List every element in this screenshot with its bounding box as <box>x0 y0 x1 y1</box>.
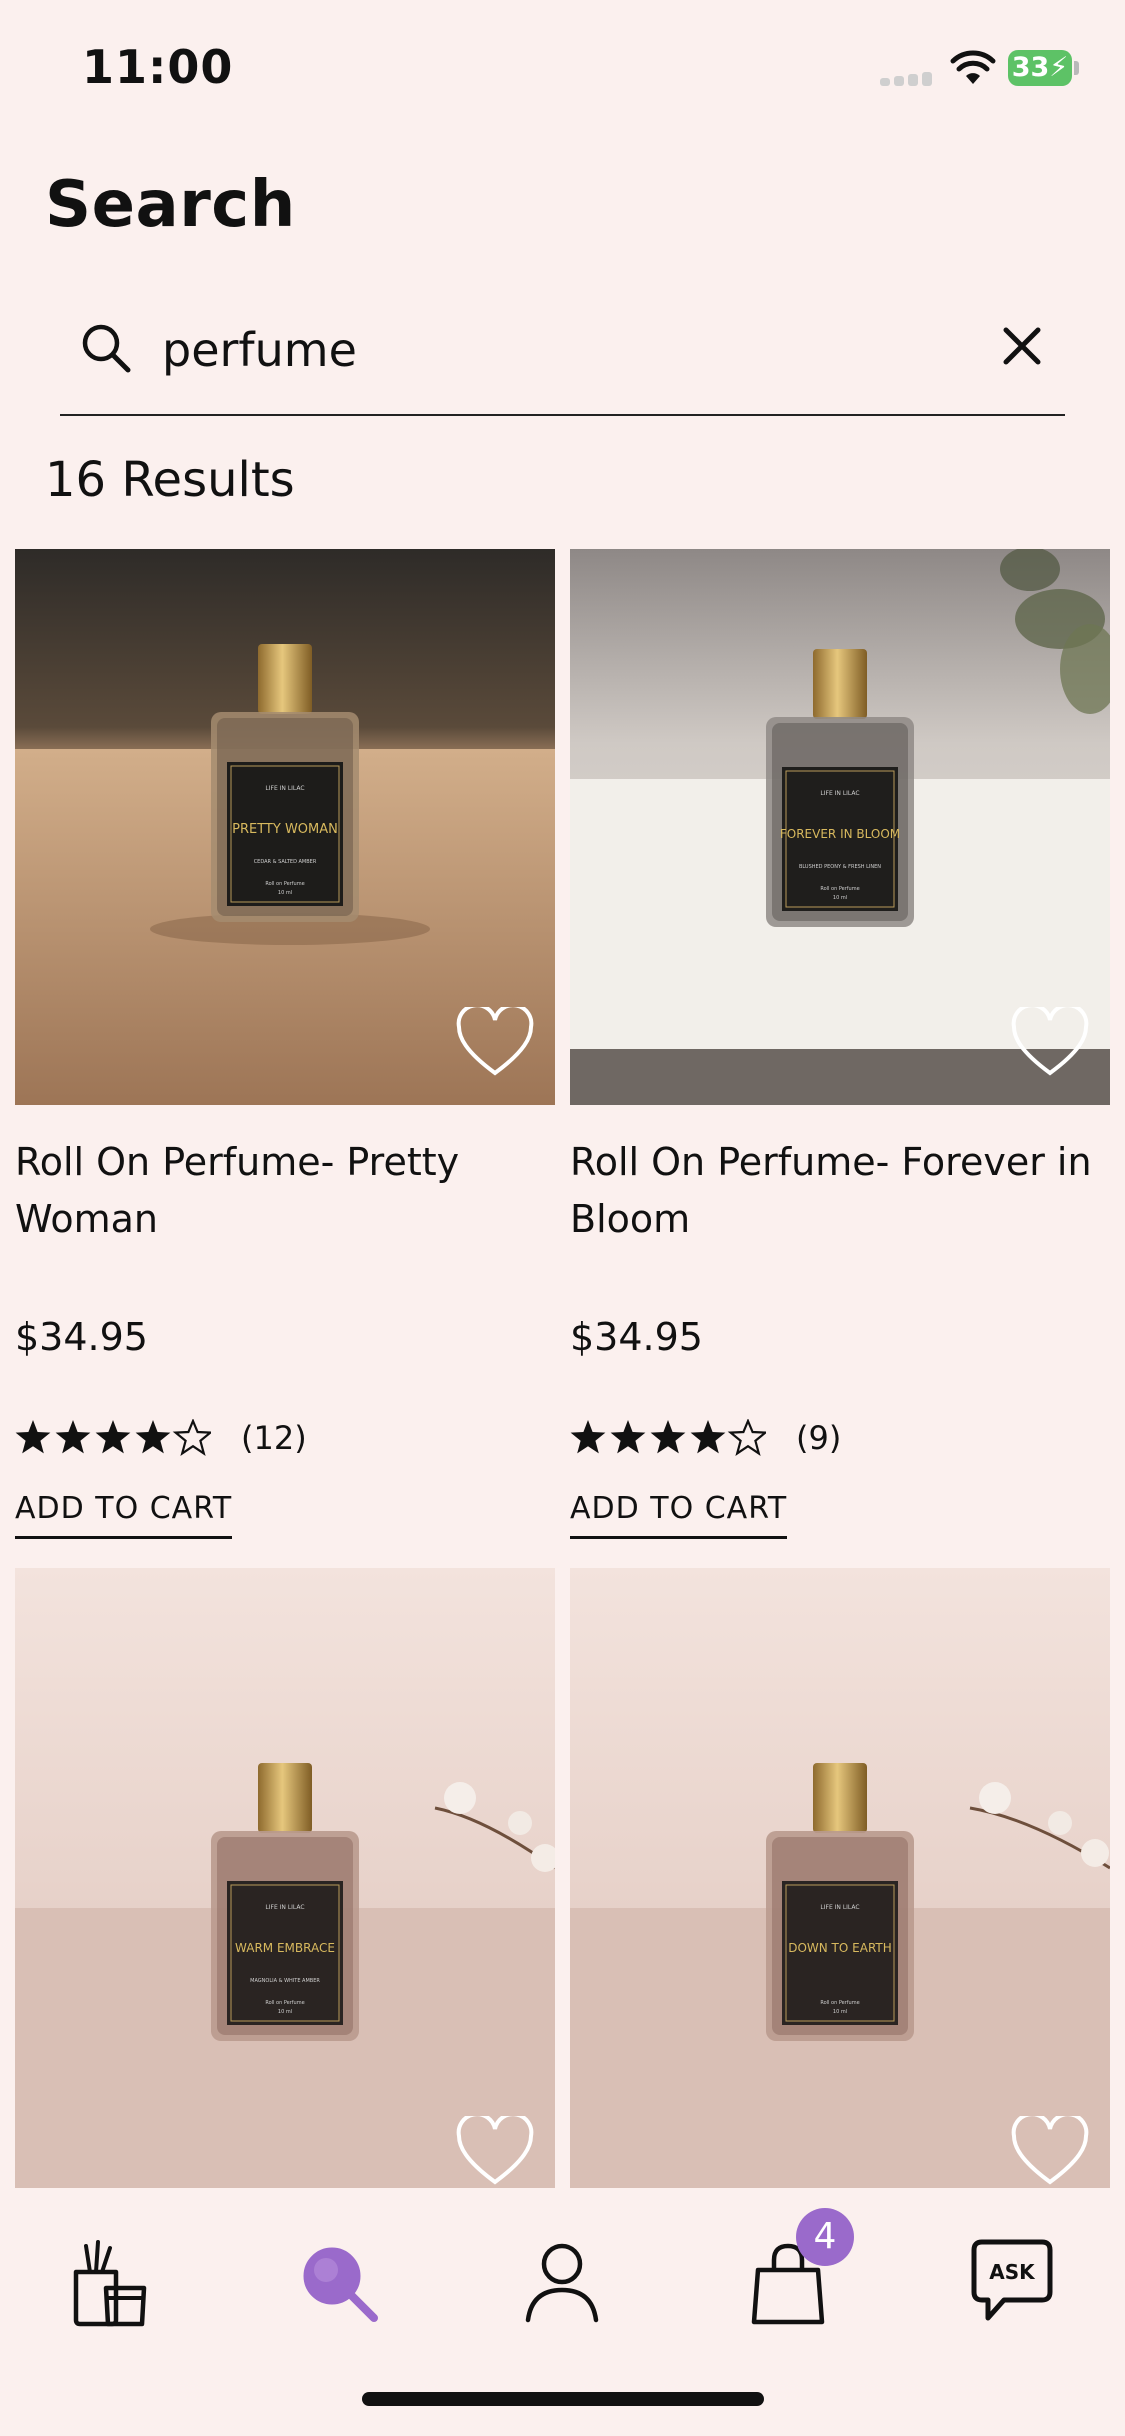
results-count: 16 Results <box>45 452 295 508</box>
clear-search-icon[interactable] <box>992 316 1052 376</box>
product-card[interactable]: LIFE IN LILAC FOREVER IN BLOOM BLUSHED P… <box>570 549 1110 1549</box>
bottle-sub-label: Roll on Perfume <box>265 881 304 887</box>
tab-cart[interactable]: 4 <box>738 2208 854 2332</box>
product-price: $34.95 <box>15 1315 148 1359</box>
wifi-icon <box>950 50 996 84</box>
battery-level: 33 <box>1011 52 1050 83</box>
product-price: $34.95 <box>570 1315 703 1359</box>
bottle-brand-label: LIFE IN LILAC <box>820 1904 859 1911</box>
bottle-label-notes: MAGNOLIA & WHITE AMBER <box>250 1978 320 1984</box>
bottle-brand-label: LIFE IN LILAC <box>265 1904 304 1911</box>
bottle-label-name: PRETTY WOMAN <box>232 822 338 837</box>
review-count: (9) <box>796 1419 842 1457</box>
product-image[interactable]: LIFE IN LILAC WARM EMBRACE MAGNOLIA & WH… <box>15 1568 555 2188</box>
favorite-heart-icon[interactable] <box>1010 1007 1090 1079</box>
bottle-sub-label: Roll on Perfume <box>820 2000 859 2006</box>
search-icon <box>82 324 131 373</box>
cart-count-badge: 4 <box>796 2208 854 2266</box>
bottle-label-name: DOWN TO EARTH <box>788 1941 892 1955</box>
bottle-label-name: FOREVER IN BLOOM <box>780 827 900 841</box>
ask-chat-icon: ASK <box>971 2239 1053 2321</box>
bottle-volume: 10 ml <box>833 2009 847 2015</box>
product-card[interactable]: LIFE IN LILAC PRETTY WOMAN CEDAR & SALTE… <box>15 549 555 1549</box>
product-title[interactable]: Roll On Perfume- Pretty Woman <box>15 1134 545 1248</box>
candle-icon <box>73 2240 147 2327</box>
perfume-bottle-image: LIFE IN LILAC DOWN TO EARTH Roll on Perf… <box>570 1568 1110 2188</box>
bottle-volume: 10 ml <box>278 2009 292 2015</box>
bottle-sub-label: Roll on Perfume <box>265 2000 304 2006</box>
rating-stars-icon <box>570 1419 766 1456</box>
search-active-icon <box>303 2247 378 2322</box>
rating-stars-icon <box>15 1419 211 1456</box>
product-image[interactable]: LIFE IN LILAC FOREVER IN BLOOM BLUSHED P… <box>570 549 1110 1105</box>
bottle-label-notes: CEDAR & SALTED AMBER <box>254 859 317 865</box>
bottle-brand-label: LIFE IN LILAC <box>265 785 304 792</box>
tab-shop[interactable] <box>62 2232 162 2332</box>
product-image[interactable]: LIFE IN LILAC DOWN TO EARTH Roll on Perf… <box>570 1568 1110 2188</box>
product-image[interactable]: LIFE IN LILAC PRETTY WOMAN CEDAR & SALTE… <box>15 549 555 1105</box>
add-to-cart-button[interactable]: ADD TO CART <box>15 1491 233 1539</box>
bottle-volume: 10 ml <box>833 895 847 901</box>
ask-label: ASK <box>989 2260 1036 2284</box>
product-card[interactable]: LIFE IN LILAC WARM EMBRACE MAGNOLIA & WH… <box>15 1568 555 2188</box>
perfume-bottle-image: LIFE IN LILAC WARM EMBRACE MAGNOLIA & WH… <box>15 1568 555 2188</box>
bottle-label-name: WARM EMBRACE <box>235 1941 335 1955</box>
tab-ask[interactable]: ASK <box>962 2232 1062 2332</box>
favorite-heart-icon[interactable] <box>455 2116 535 2188</box>
status-bar: 11:00 33⚡ <box>0 0 1125 130</box>
person-icon <box>525 2243 599 2323</box>
product-title[interactable]: Roll On Perfume- Forever in Bloom <box>570 1134 1100 1248</box>
cellular-signal-icon <box>880 72 936 86</box>
search-screen: 11:00 33⚡ Search 16 Results <box>0 0 1125 2436</box>
favorite-heart-icon[interactable] <box>1010 2116 1090 2188</box>
bottle-volume: 10 ml <box>278 890 292 896</box>
status-time: 11:00 <box>82 40 234 94</box>
home-indicator <box>362 2392 764 2406</box>
review-count: (12) <box>241 1419 307 1457</box>
battery-icon: 33⚡ <box>1008 50 1079 86</box>
page-title: Search <box>45 168 296 242</box>
bottle-label-notes: BLUSHED PEONY & FRESH LINEN <box>799 864 881 870</box>
bottle-brand-label: LIFE IN LILAC <box>820 790 859 797</box>
product-card[interactable]: LIFE IN LILAC DOWN TO EARTH Roll on Perf… <box>570 1568 1110 2188</box>
add-to-cart-button[interactable]: ADD TO CART <box>570 1491 788 1539</box>
tab-search[interactable] <box>290 2232 390 2332</box>
tab-account[interactable] <box>512 2232 612 2332</box>
favorite-heart-icon[interactable] <box>455 1007 535 1079</box>
search-input[interactable] <box>162 318 982 382</box>
search-bar <box>60 300 1065 416</box>
bottle-sub-label: Roll on Perfume <box>820 886 859 892</box>
